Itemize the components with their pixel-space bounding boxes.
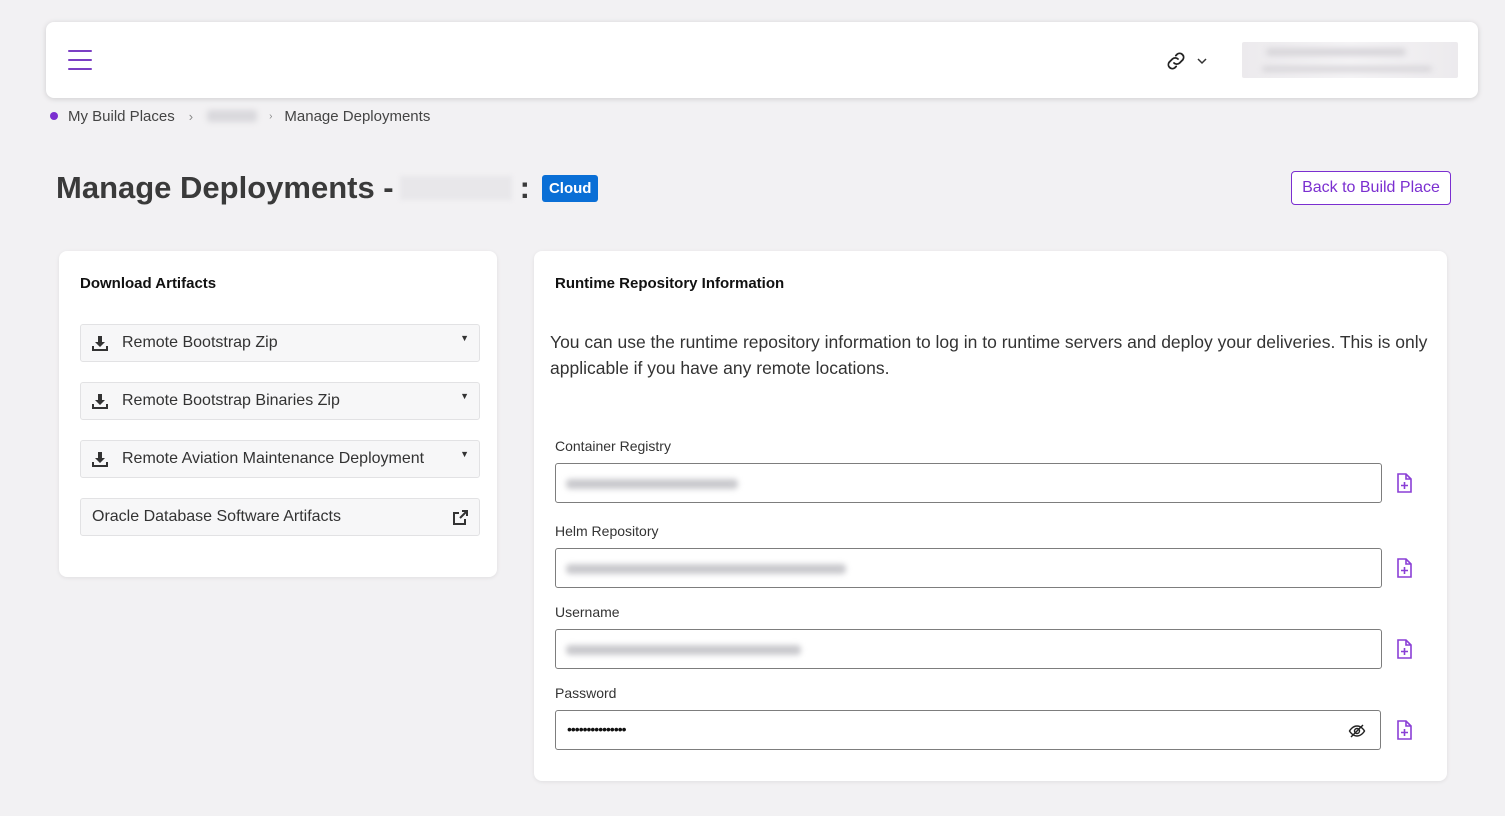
remote-aviation-maintenance-deployment-label: Remote Aviation Maintenance Deployment	[122, 450, 425, 467]
download-icon	[91, 450, 109, 468]
container-registry-label: Container Registry	[555, 438, 671, 454]
chevron-down-icon	[1197, 58, 1207, 65]
helm-repository-field[interactable]	[555, 548, 1382, 588]
username-field[interactable]	[555, 629, 1382, 669]
download-icon	[91, 334, 109, 352]
breadcrumb-separator-icon: ›	[188, 108, 194, 124]
breadcrumb-separator-icon: ›	[269, 110, 273, 122]
external-link-icon	[452, 509, 469, 531]
password-label: Password	[555, 685, 617, 701]
username-value	[566, 645, 801, 655]
helm-repository-value	[566, 564, 846, 574]
breadcrumb-build-place[interactable]	[207, 110, 258, 122]
top-bar	[46, 22, 1478, 98]
breadcrumb-current: Manage Deployments	[284, 107, 431, 125]
remote-bootstrap-zip-dropdown[interactable]: Remote Bootstrap Zip ▼	[80, 324, 480, 362]
caret-down-icon: ▼	[460, 333, 469, 343]
runtime-description: You can use the runtime repository infor…	[550, 332, 1428, 378]
breadcrumb-dot	[50, 112, 58, 120]
password-value: •••••••••••••••	[567, 721, 627, 737]
page-title-text: Manage Deployments -	[56, 170, 394, 205]
caret-down-icon: ▼	[460, 391, 469, 401]
user-menu[interactable]	[1242, 42, 1458, 78]
container-registry-value	[566, 479, 738, 489]
remote-aviation-maintenance-deployment-dropdown[interactable]: Remote Aviation Maintenance Deployment ▼	[80, 440, 480, 478]
page-title-build-place	[399, 176, 512, 200]
link-icon	[1167, 52, 1185, 70]
helm-repository-label: Helm Repository	[555, 523, 659, 539]
oracle-database-software-artifacts-label: Oracle Database Software Artifacts	[92, 508, 341, 525]
breadcrumb-my-build-places[interactable]: My Build Places	[68, 108, 175, 125]
runtime-repository-card: Runtime Repository Information You can u…	[534, 251, 1447, 781]
oracle-database-software-artifacts-link[interactable]: Oracle Database Software Artifacts	[80, 498, 480, 536]
copy-icon[interactable]	[1394, 719, 1414, 741]
download-artifacts-title: Download Artifacts	[80, 275, 217, 292]
download-icon	[91, 392, 109, 410]
password-field[interactable]: •••••••••••••••	[555, 710, 1381, 750]
page-title: Manage Deployments - : Cloud	[56, 170, 599, 206]
runtime-repository-title: Runtime Repository Information	[555, 275, 785, 292]
copy-icon[interactable]	[1394, 472, 1414, 494]
copy-icon[interactable]	[1394, 557, 1414, 579]
container-registry-field[interactable]	[555, 463, 1382, 503]
back-to-build-place-button[interactable]: Back to Build Place	[1291, 171, 1451, 205]
hamburger-icon[interactable]	[68, 50, 92, 70]
remote-bootstrap-zip-label: Remote Bootstrap Zip	[122, 334, 278, 351]
caret-down-icon: ▼	[460, 449, 469, 459]
remote-bootstrap-binaries-zip-dropdown[interactable]: Remote Bootstrap Binaries Zip ▼	[80, 382, 480, 420]
page-title-colon: :	[519, 170, 530, 205]
breadcrumb: My Build Places › › Manage Deployments	[50, 106, 430, 126]
eye-slash-icon[interactable]	[1348, 722, 1366, 745]
copy-icon[interactable]	[1394, 638, 1414, 660]
cloud-badge: Cloud	[541, 174, 599, 202]
remote-bootstrap-binaries-zip-label: Remote Bootstrap Binaries Zip	[122, 392, 340, 409]
download-artifacts-card: Download Artifacts Remote Bootstrap Zip …	[59, 251, 497, 577]
username-label: Username	[555, 604, 620, 620]
link-menu-button[interactable]	[1164, 48, 1216, 74]
